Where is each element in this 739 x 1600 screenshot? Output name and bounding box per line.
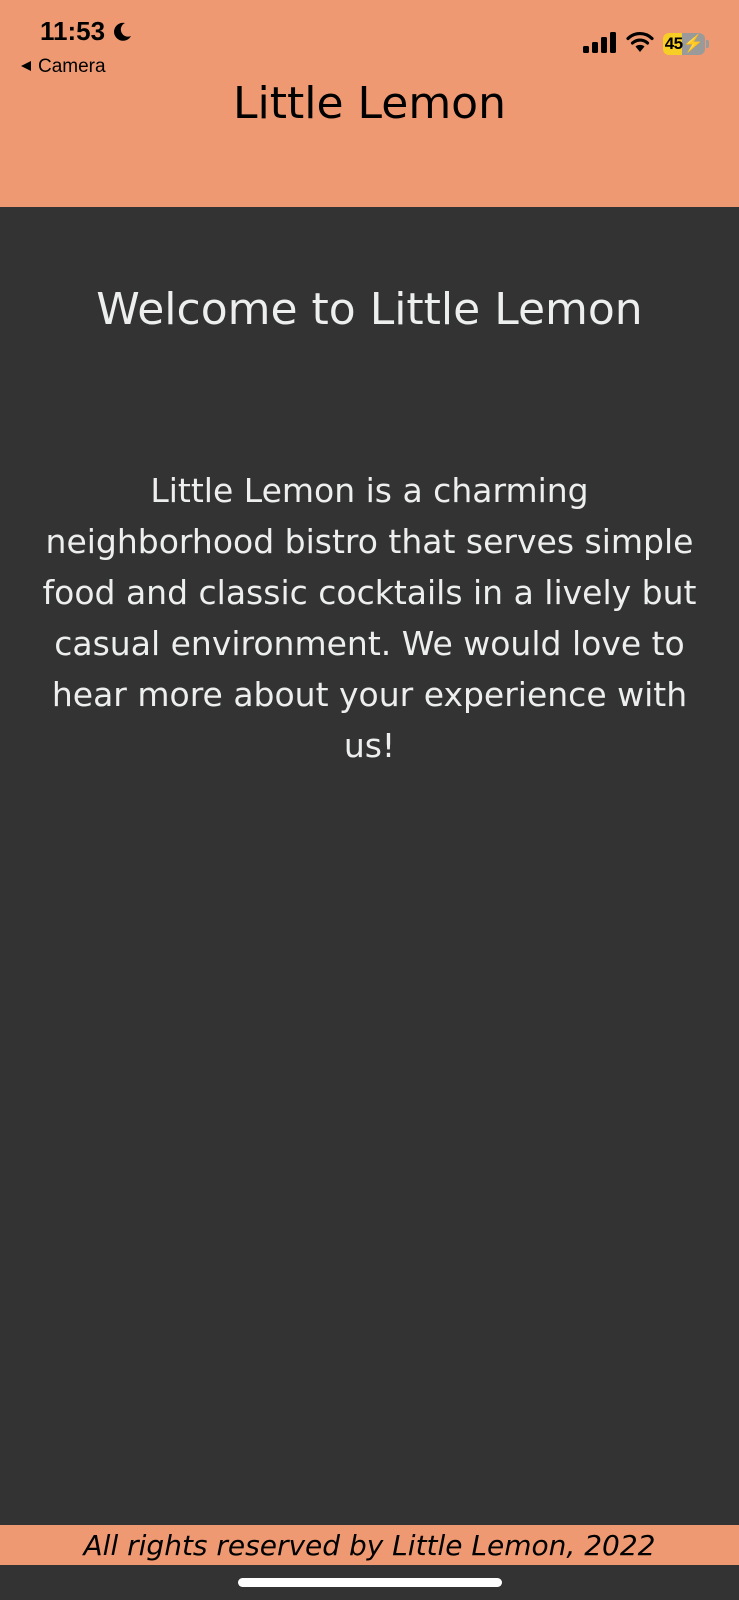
footer-text: All rights reserved by Little Lemon, 202… [83, 1528, 656, 1562]
welcome-heading: Welcome to Little Lemon [96, 284, 643, 335]
wifi-icon [625, 31, 655, 57]
back-arrow-icon [20, 56, 32, 78]
back-link-label: Camera [38, 56, 106, 77]
app-header: 11:53 Camera 45 ⚡ Little Lemon [0, 0, 739, 207]
signal-icon [583, 31, 617, 57]
status-time: 11:53 [40, 16, 133, 47]
moon-icon [111, 21, 133, 43]
status-time-text: 11:53 [40, 16, 106, 46]
home-indicator[interactable] [238, 1578, 502, 1587]
status-indicators: 45 ⚡ [583, 31, 709, 57]
battery-charging-icon: 45 ⚡ [663, 33, 709, 55]
back-to-camera-link[interactable]: Camera [20, 56, 106, 78]
footer: All rights reserved by Little Lemon, 202… [0, 1525, 739, 1565]
header-title: Little Lemon [232, 78, 506, 129]
intro-paragraph: Little Lemon is a charming neighborhood … [42, 471, 697, 765]
battery-level: 45 ⚡ [663, 33, 705, 55]
